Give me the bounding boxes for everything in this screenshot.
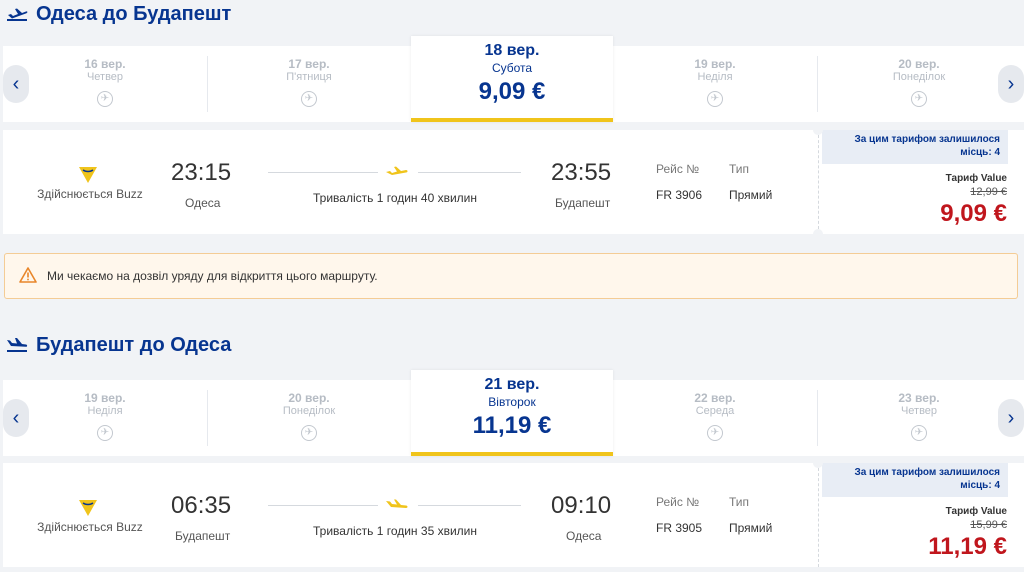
no-flight-icon: ✈ [97,425,113,441]
no-flight-icon: ✈ [707,425,723,441]
date-option[interactable]: 23 вер. Четвер ✈ [817,380,1021,456]
no-flight-icon: ✈ [911,425,927,441]
fare-box[interactable]: За цим тарифом залишилося місць: 4 Тариф… [818,463,1024,567]
airline-logo-icon [79,500,97,516]
ticket-notch [813,458,823,468]
date-option-selected[interactable]: 21 вер. Вівторок 11,19 € [411,370,613,456]
no-flight-icon: ✈ [301,425,317,441]
date-option-selected[interactable]: 18 вер. Субота 9,09 € [411,36,613,122]
date-option[interactable]: 19 вер. Неділя ✈ [3,380,207,456]
next-dates-button[interactable]: › [998,399,1024,437]
outbound-flight-card[interactable]: Здійснюється Buzz 23:15 Одеса Тривалість… [3,125,1024,239]
chevron-right-icon: › [1007,406,1015,429]
no-flight-icon: ✈ [97,91,113,107]
ticket-notch [813,229,823,239]
date-option[interactable]: 20 вер. Понеділок ✈ [207,380,411,456]
fare-box[interactable]: За цим тарифом залишилося місць: 4 Тариф… [818,130,1024,234]
landing-plane-icon [7,338,28,352]
ticket-notch [813,125,823,135]
plane-icon [386,499,408,508]
inbound-date-selector: ‹ 19 вер. Неділя ✈ 20 вер. Понеділок ✈ 2… [3,370,1024,456]
date-option[interactable]: 19 вер. Неділя ✈ [613,46,817,122]
date-option[interactable]: 22 вер. Середа ✈ [613,380,817,456]
takeoff-plane-icon [7,8,28,21]
route-line [268,505,378,506]
route-line [418,172,521,173]
outbound-heading: Одеса до Будапешт [6,0,231,28]
outbound-date-selector: ‹ 16 вер. Четвер ✈ 17 вер. П'ятниця ✈ 18… [3,36,1024,122]
route-notice: Ми чекаємо на дозвіл уряду для відкриття… [4,253,1018,299]
warning-icon [19,267,37,283]
date-option[interactable]: 17 вер. П'ятниця ✈ [207,46,411,122]
next-dates-button[interactable]: › [998,65,1024,103]
route-line [418,505,521,506]
route-line [268,172,378,173]
date-option[interactable]: 16 вер. Четвер ✈ [3,46,207,122]
inbound-heading: Будапешт до Одеса [6,331,231,359]
plane-icon [386,166,408,175]
no-flight-icon: ✈ [707,91,723,107]
airline-logo-icon [79,167,97,183]
no-flight-icon: ✈ [301,91,317,107]
inbound-flight-card[interactable]: Здійснюється Buzz 06:35 Будапешт Тривалі… [3,458,1024,567]
date-option[interactable]: 20 вер. Понеділок ✈ [817,46,1021,122]
no-flight-icon: ✈ [911,91,927,107]
chevron-right-icon: › [1007,72,1015,95]
